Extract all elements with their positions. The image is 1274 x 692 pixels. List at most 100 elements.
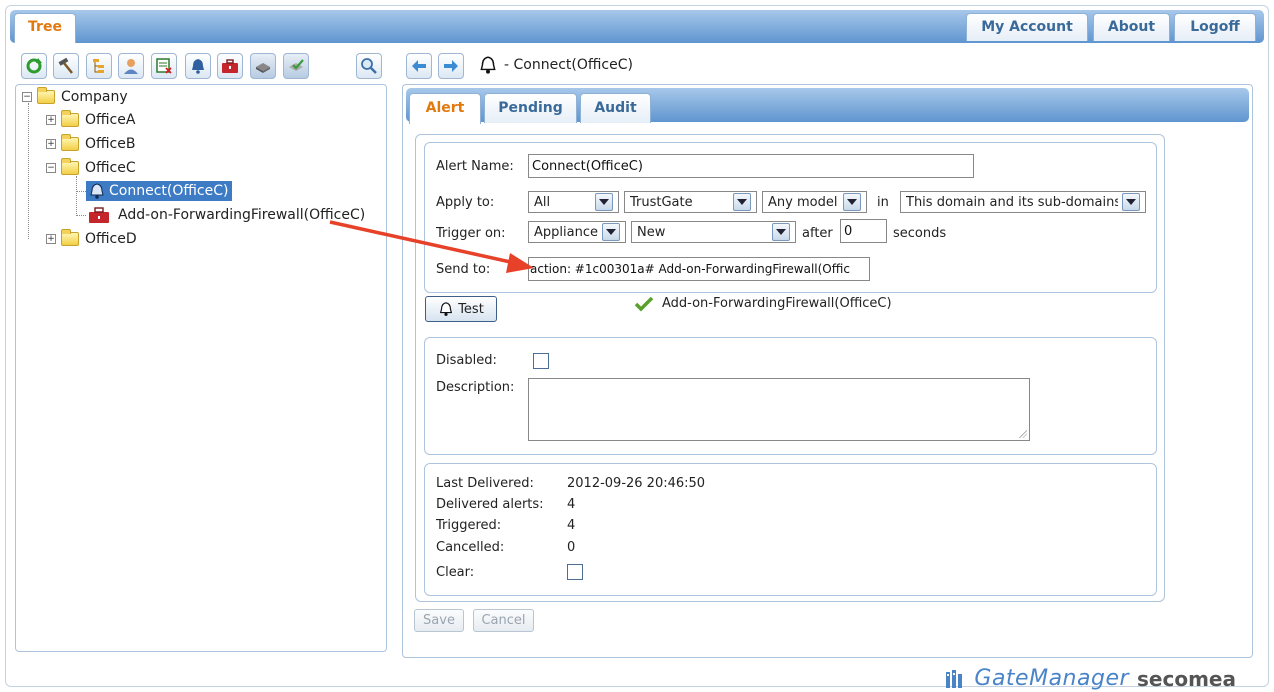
- chevron-down-icon: [843, 193, 861, 211]
- refresh-button[interactable]: [21, 53, 47, 79]
- tree-node-officeb[interactable]: + OfficeB: [46, 133, 135, 155]
- certificate-icon: [156, 58, 172, 74]
- tree-node-selected[interactable]: Connect(OfficeC): [86, 181, 233, 201]
- collapse-icon[interactable]: −: [22, 92, 32, 102]
- approve-button[interactable]: [283, 53, 309, 79]
- test-button[interactable]: Test: [425, 296, 497, 322]
- chevron-down-icon: [733, 193, 751, 211]
- tree-node-officec[interactable]: − OfficeC: [46, 157, 136, 179]
- disabled-checkbox[interactable]: [533, 353, 549, 369]
- certificate-button[interactable]: [151, 53, 177, 79]
- alert-button[interactable]: [185, 53, 211, 79]
- chevron-down-icon: [602, 223, 620, 241]
- back-button[interactable]: [406, 53, 432, 79]
- user-button[interactable]: [118, 53, 144, 79]
- tree-node-label: OfficeC: [85, 160, 136, 176]
- refresh-icon: [26, 58, 42, 74]
- tools-button[interactable]: [53, 53, 79, 79]
- apply-to-type-select[interactable]: TrustGate: [624, 191, 757, 213]
- action-button[interactable]: [217, 53, 243, 79]
- appliance-icon: [256, 63, 270, 73]
- triggered-label: Triggered:: [436, 518, 502, 533]
- search-button[interactable]: [356, 53, 382, 79]
- bell-icon: [480, 56, 496, 74]
- company-logo: secomea: [1137, 666, 1236, 691]
- description-label: Description:: [436, 380, 515, 395]
- expand-icon[interactable]: +: [46, 139, 56, 149]
- user-icon: [124, 59, 138, 74]
- test-button-label: Test: [458, 301, 484, 317]
- tab-my-account[interactable]: My Account: [966, 13, 1088, 41]
- folder-open-icon: [61, 158, 79, 175]
- description-textarea[interactable]: [528, 378, 1030, 441]
- page-title: - Connect(OfficeC): [504, 57, 633, 73]
- arrow-right-icon: [444, 60, 458, 72]
- tree-line: [76, 215, 86, 216]
- apply-to-model-select[interactable]: Any model: [762, 191, 867, 213]
- select-value: All: [534, 194, 551, 210]
- folder-icon: [61, 110, 79, 127]
- search-icon: [361, 58, 377, 74]
- check-icon: [289, 59, 304, 71]
- tree-line: [76, 191, 86, 192]
- triggered-value: 4: [567, 518, 576, 533]
- alert-name-input[interactable]: [528, 154, 974, 178]
- delivery-stats-box: [424, 463, 1157, 596]
- folder-icon: [61, 134, 79, 151]
- tab-logoff[interactable]: Logoff: [1174, 13, 1256, 41]
- tree-node-alert-connect[interactable]: Connect(OfficeC): [86, 180, 233, 202]
- after-label: after: [802, 226, 833, 241]
- test-result-text: Add-on-ForwardingFirewall(OfficeC): [662, 296, 892, 311]
- alert-name-label: Alert Name:: [436, 159, 514, 174]
- select-value: TrustGate: [630, 194, 693, 210]
- tree-node-officea[interactable]: + OfficeA: [46, 109, 135, 131]
- trigger-object-select[interactable]: Appliance: [528, 221, 626, 243]
- tree-node-label: OfficeD: [85, 231, 137, 247]
- apply-to-scope-select[interactable]: All: [528, 191, 619, 213]
- hammer-icon: [58, 57, 73, 74]
- delay-seconds-input[interactable]: [840, 219, 887, 243]
- expand-icon[interactable]: +: [46, 115, 56, 125]
- folder-open-icon: [37, 87, 55, 104]
- select-value: New: [637, 224, 666, 240]
- tab-about[interactable]: About: [1093, 13, 1170, 41]
- apply-to-domain-select[interactable]: This domain and its sub-domains: [900, 191, 1146, 213]
- chevron-down-icon: [595, 193, 613, 211]
- tree-node-label: OfficeB: [85, 136, 136, 152]
- save-button[interactable]: Save: [414, 609, 464, 632]
- check-icon: [634, 296, 654, 312]
- trigger-event-select[interactable]: New: [631, 221, 796, 243]
- seconds-label: seconds: [893, 226, 947, 241]
- arrow-left-icon: [412, 60, 426, 72]
- tab-alert[interactable]: Alert: [409, 93, 481, 124]
- last-delivered-label: Last Delivered:: [436, 476, 534, 491]
- gatemanager-logo-icon: [946, 669, 963, 688]
- appliance-button[interactable]: [250, 53, 276, 79]
- apply-to-label: Apply to:: [436, 195, 495, 210]
- collapse-icon[interactable]: −: [46, 163, 56, 173]
- tree-node-company[interactable]: − Company: [22, 86, 128, 108]
- tab-pending[interactable]: Pending: [484, 93, 577, 123]
- tree-node-label: Add-on-ForwardingFirewall(OfficeC): [118, 207, 366, 223]
- breadcrumb: - Connect(OfficeC): [478, 55, 633, 75]
- tab-audit[interactable]: Audit: [580, 93, 651, 123]
- hierarchy-button[interactable]: [86, 53, 112, 79]
- tab-tree[interactable]: Tree: [14, 13, 76, 43]
- brand-footer: GateManager secomea: [944, 666, 1236, 691]
- cancel-button[interactable]: Cancel: [473, 609, 534, 632]
- tree-node-action[interactable]: Add-on-ForwardingFirewall(OfficeC): [88, 204, 365, 226]
- tree-node-label: OfficeA: [85, 112, 136, 128]
- toolbox-icon: [89, 207, 109, 223]
- send-to-input[interactable]: [528, 257, 870, 281]
- expand-icon[interactable]: +: [46, 234, 56, 244]
- forward-button[interactable]: [438, 53, 464, 79]
- in-label: in: [877, 195, 889, 210]
- clear-label: Clear:: [436, 565, 475, 580]
- clear-checkbox[interactable]: [567, 564, 583, 580]
- select-value: This domain and its sub-domains: [906, 194, 1118, 210]
- select-value: Any model: [768, 194, 838, 210]
- cancelled-label: Cancelled:: [436, 540, 505, 555]
- resize-handle-icon[interactable]: [1019, 430, 1027, 438]
- chevron-down-icon: [772, 223, 790, 241]
- tree-node-officed[interactable]: + OfficeD: [46, 228, 137, 250]
